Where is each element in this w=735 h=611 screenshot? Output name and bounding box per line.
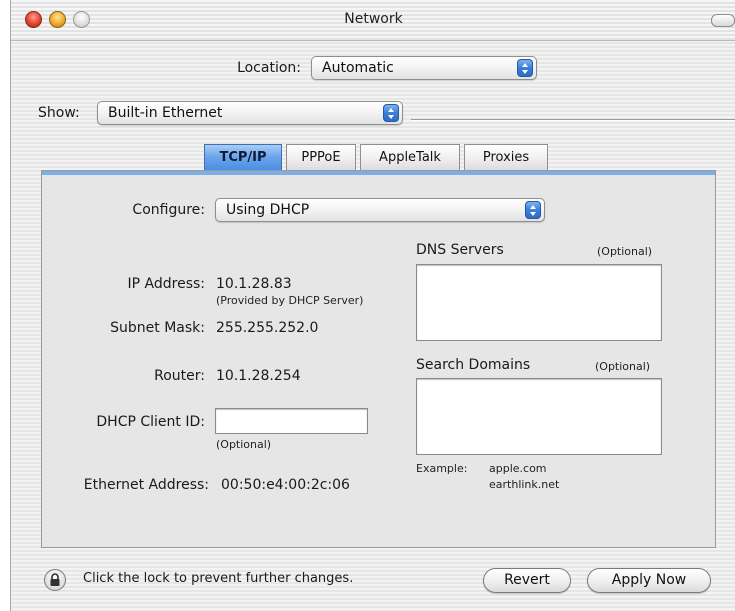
ethernet-address-label: Ethernet Address: [83,477,209,493]
dhcp-client-id-note: (Optional) [216,438,272,451]
search-domains-label: Search Domains [416,357,531,373]
ip-address-value: 10.1.28.83 [216,276,292,292]
panel-accent-bar [42,171,715,175]
search-domains-note: (Optional) [595,360,651,373]
lock-icon[interactable] [44,569,66,591]
popup-arrows-icon [517,59,533,77]
apply-now-button[interactable]: Apply Now [587,568,711,593]
location-value: Automatic [322,60,394,76]
show-value: Built-in Ethernet [108,105,223,121]
ip-address-note: (Provided by DHCP Server) [216,294,364,307]
window-title: Network [344,11,403,27]
configure-label: Configure: [132,202,205,218]
popup-arrows-icon [525,201,541,219]
router-value: 10.1.28.254 [216,368,301,384]
lock-message: Click the lock to prevent further change… [83,571,354,586]
dhcp-client-id-input[interactable] [215,408,368,434]
dns-servers-note: (Optional) [597,245,653,258]
configure-popup[interactable]: Using DHCP [215,198,545,222]
example-label: Example: [416,462,468,475]
title-bar[interactable]: Network [11,0,735,41]
tab-appletalk[interactable]: AppleTalk [360,144,460,170]
subnet-mask-value: 255.255.252.0 [216,320,319,336]
example-domain-1: apple.com [489,462,547,475]
dns-servers-field[interactable] [416,264,662,341]
toolbar-toggle-icon[interactable] [711,14,735,27]
show-divider [411,119,735,121]
revert-button[interactable]: Revert [483,568,571,593]
tab-tcpip[interactable]: TCP/IP [204,144,282,170]
tab-proxies[interactable]: Proxies [464,144,548,170]
configure-value: Using DHCP [226,202,310,218]
show-label: Show: [38,105,80,121]
popup-arrows-icon [383,104,399,122]
ethernet-address-value: 00:50:e4:00:2c:06 [221,477,350,493]
router-label: Router: [154,368,205,384]
location-popup[interactable]: Automatic [311,56,537,80]
network-window: Network Location: Automatic Show: Built-… [10,0,735,611]
subnet-mask-label: Subnet Mask: [110,320,205,336]
dns-servers-label: DNS Servers [416,242,504,258]
dhcp-client-id-label: DHCP Client ID: [96,414,205,430]
search-domains-field[interactable] [416,378,662,455]
tab-pppoe[interactable]: PPPoE [286,144,356,170]
show-popup[interactable]: Built-in Ethernet [97,101,403,125]
example-domain-2: earthlink.net [489,478,560,491]
location-label: Location: [237,60,301,76]
ip-address-label: IP Address: [127,276,206,292]
